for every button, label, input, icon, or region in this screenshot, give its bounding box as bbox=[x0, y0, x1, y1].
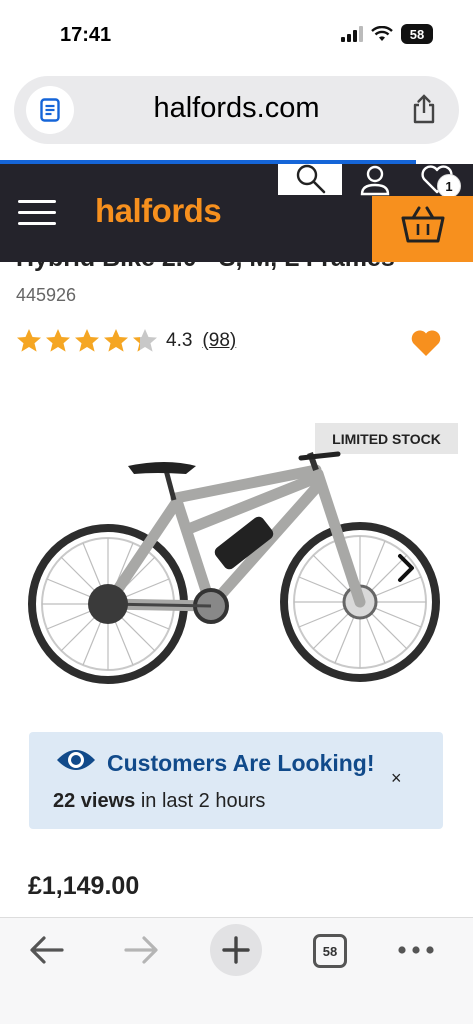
views-count: 22 views bbox=[53, 790, 136, 812]
product-image bbox=[28, 451, 440, 684]
status-icons: 58 bbox=[341, 24, 433, 44]
search-button[interactable] bbox=[278, 164, 342, 195]
wishlist-count-badge: 1 bbox=[437, 174, 461, 198]
user-icon[interactable] bbox=[358, 164, 392, 198]
product-price: £1,149.00 bbox=[28, 872, 140, 900]
product-rating[interactable]: 4.3 (98) bbox=[16, 328, 236, 353]
product-title: Hybrid Bike 2.0 - S, M, L Frames bbox=[16, 262, 395, 272]
views-period: in last 2 hours bbox=[135, 790, 266, 812]
address-domain[interactable]: halfords.com bbox=[14, 92, 459, 125]
chevron-right-icon[interactable] bbox=[386, 548, 426, 588]
menu-icon[interactable] bbox=[18, 200, 56, 226]
address-bar[interactable]: halfords.com bbox=[14, 76, 459, 144]
customers-looking-banner: Customers Are Looking! 22 views in last … bbox=[29, 732, 443, 829]
search-icon bbox=[296, 164, 326, 194]
signal-icon bbox=[341, 26, 363, 42]
close-icon[interactable]: × bbox=[391, 768, 402, 789]
star-icon bbox=[75, 329, 99, 352]
star-icon bbox=[133, 329, 157, 352]
star-icon bbox=[46, 329, 70, 352]
back-icon[interactable] bbox=[28, 932, 66, 968]
product-sku: 445926 bbox=[16, 285, 77, 305]
review-count-link[interactable]: (98) bbox=[202, 330, 236, 352]
rating-stars bbox=[16, 328, 158, 353]
star-icon bbox=[17, 329, 41, 352]
views-text: 22 views in last 2 hours bbox=[53, 790, 265, 813]
more-icon[interactable] bbox=[396, 940, 436, 960]
rating-value: 4.3 bbox=[166, 329, 193, 351]
plus-icon bbox=[222, 936, 250, 964]
share-icon[interactable] bbox=[411, 94, 437, 124]
heart-icon[interactable] bbox=[410, 328, 442, 358]
status-bar: 17:41 58 bbox=[0, 0, 473, 66]
site-header: halfords 1 bbox=[0, 164, 473, 262]
new-tab-button[interactable] bbox=[210, 924, 262, 976]
star-icon bbox=[104, 329, 128, 352]
basket-icon bbox=[401, 206, 445, 243]
looking-headline: Customers Are Looking! bbox=[107, 750, 375, 776]
status-time: 17:41 bbox=[60, 24, 112, 46]
tabs-icon[interactable]: 58 bbox=[313, 934, 347, 968]
battery-indicator: 58 bbox=[401, 24, 433, 44]
forward-icon[interactable] bbox=[122, 932, 160, 968]
site-logo[interactable]: halfords bbox=[95, 192, 222, 230]
wifi-icon bbox=[371, 26, 393, 41]
eye-icon bbox=[57, 750, 95, 770]
browser-toolbar: 58 bbox=[0, 917, 473, 1024]
product-title-clipped: Hybrid Bike 2.0 - S, M, L Frames bbox=[16, 262, 456, 272]
basket-button[interactable] bbox=[372, 196, 473, 262]
